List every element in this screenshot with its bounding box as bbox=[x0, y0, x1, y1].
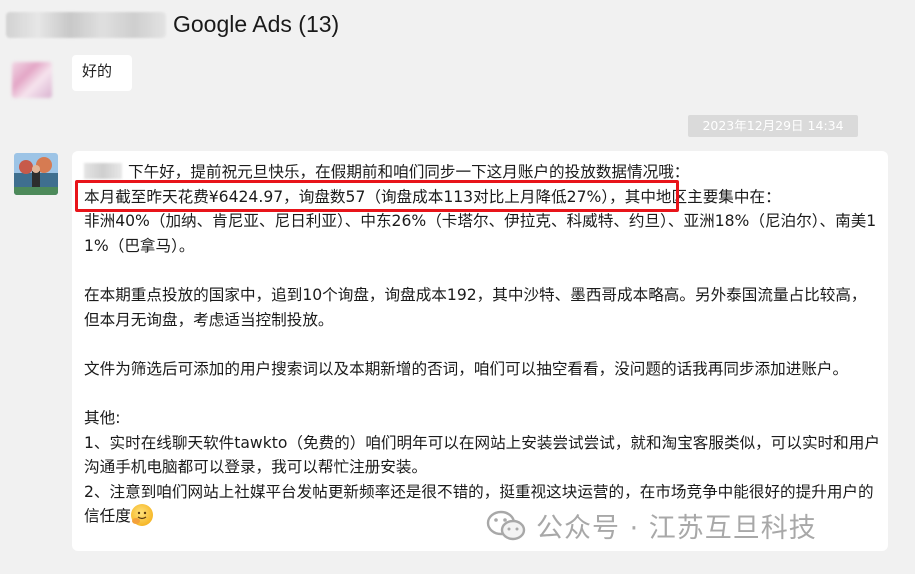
avatar-image bbox=[14, 153, 58, 195]
chat-header: Google Ads (13) bbox=[0, 0, 915, 52]
highlight-rectangle bbox=[75, 180, 679, 212]
message-line: 非洲40%（加纳、肯尼亚、尼日利亚）、中东26%（卡塔尔、伊拉克、科威特、约旦）… bbox=[84, 212, 877, 255]
watermark-text: 公众号 · 江苏互旦科技 bbox=[536, 513, 817, 544]
message-list-item: 1、实时在线聊天软件tawkto（免费的）咱们明年可以在网站上安装尝试尝试，就和… bbox=[84, 433, 880, 477]
message-line: 下午好，提前祝元旦快乐，在假期前和咱们同步一下这月账户的投放数据情况哦： bbox=[128, 163, 690, 181]
blurred-contact-name bbox=[6, 12, 166, 38]
wechat-icon bbox=[486, 510, 526, 540]
watermark: 公众号 · 江苏互旦科技 bbox=[486, 506, 817, 545]
chat-title[interactable]: Google Ads (13) bbox=[173, 11, 339, 38]
avatar[interactable] bbox=[14, 153, 58, 195]
smiling-face-with-hand-icon bbox=[130, 504, 153, 527]
message-bubble[interactable]: 好的 bbox=[72, 55, 132, 91]
message-paragraph: 在本期重点投放的国家中，追到10个询盘，询盘成本192，其中沙特、墨西哥成本略高… bbox=[84, 285, 867, 329]
message-line: 其他: bbox=[84, 408, 121, 427]
avatar[interactable] bbox=[12, 62, 52, 98]
blurred-recipient-name bbox=[84, 163, 122, 179]
message-paragraph: 文件为筛选后可添加的用户搜索词以及本期新增的否词，咱们可以抽空看看，没问题的话我… bbox=[84, 359, 849, 378]
message-text: 好的 bbox=[82, 62, 113, 80]
message-text: 下午好，提前祝元旦快乐，在假期前和咱们同步一下这月账户的投放数据情况哦： 本月截… bbox=[84, 160, 882, 529]
chat-footer bbox=[0, 560, 915, 574]
message-timestamp: 2023年12月29日 14:34 bbox=[688, 115, 858, 137]
